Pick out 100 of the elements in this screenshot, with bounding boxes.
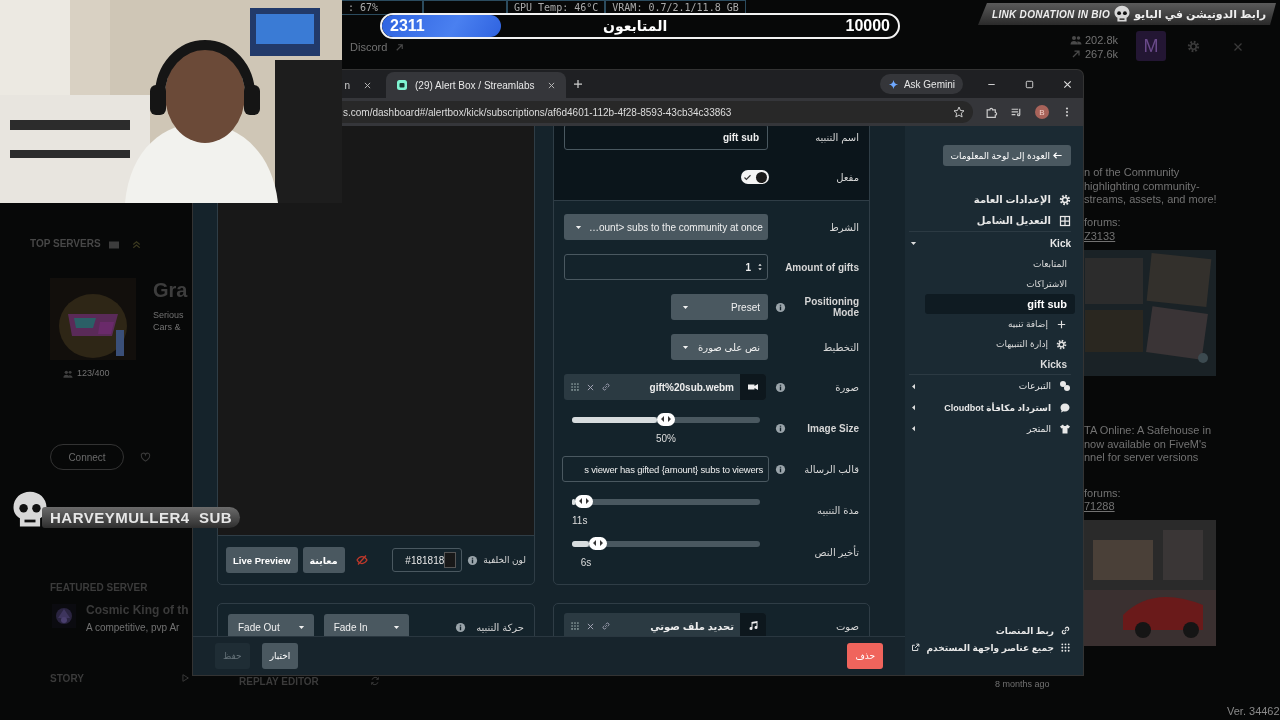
caret-right-icon[interactable]: [909, 424, 918, 433]
sidebar-item[interactable]: Kick: [909, 231, 1071, 254]
field-label: صوت: [835, 620, 859, 632]
field-label: اسم التنبيه: [815, 131, 859, 143]
field-label: صورة: [835, 381, 859, 393]
close-icon[interactable]: [363, 80, 372, 90]
field-label: Positioning Mode: [803, 296, 859, 318]
forum-link[interactable]: Z3133: [1084, 230, 1116, 242]
color-field[interactable]: #181818: [392, 548, 463, 572]
info-icon[interactable]: [775, 381, 786, 393]
number-field[interactable]: 1: [564, 254, 768, 280]
caret-right-icon[interactable]: [909, 403, 918, 412]
field-label: لون الخلفية: [483, 555, 526, 565]
dropdown[interactable]: Fade In: [323, 614, 410, 636]
site-icon: [396, 79, 408, 91]
slider-handle[interactable]: [575, 494, 594, 508]
sidebar-item[interactable]: gift sub: [925, 294, 1075, 314]
player-count: 123/400: [77, 368, 110, 378]
dropdown[interactable]: Preset: [671, 294, 768, 320]
link-icon[interactable]: [601, 621, 611, 631]
clear-icon[interactable]: [586, 382, 595, 392]
news-text: nnel for server versions: [1084, 451, 1200, 465]
drag-handle-icon[interactable]: [570, 382, 580, 392]
slider-track[interactable]: [572, 412, 760, 427]
news-text: TA Online: A Safehouse in: [1084, 424, 1211, 438]
info-icon[interactable]: [775, 463, 786, 475]
slider-handle[interactable]: [589, 536, 607, 550]
sidebar-link[interactable]: ربط المنصات: [905, 625, 1071, 636]
address-bar[interactable]: s.com/dashboard#/alertbox/kick/subscriptions/af6d4601-112b-4f28-8593-43cb34c33863: [342, 101, 973, 123]
sidebar-item[interactable]: التعديل الشامل: [909, 210, 1071, 231]
sidebar-item[interactable]: الإعدادات العامة: [909, 189, 1071, 210]
timestamp: 8 months ago: [995, 679, 1050, 689]
dropdown[interactable]: …ount> subs to the community at once: [564, 214, 768, 240]
sidebar-item[interactable]: المتابعات: [925, 254, 1071, 274]
browser-tab[interactable]: n: [342, 72, 380, 98]
discord-link[interactable]: Discord: [350, 41, 388, 53]
news-text: forums:: [1084, 487, 1121, 499]
settings-icon: [1059, 193, 1071, 206]
slider-value: 11s: [572, 514, 589, 526]
caret-right-icon[interactable]: [909, 381, 918, 391]
preview-button[interactable]: Live Preview: [226, 547, 298, 573]
slider-value: 6s: [580, 556, 593, 568]
sidebar-item[interactable]: الاشتراكات: [925, 274, 1071, 294]
maximize-icon[interactable]: [1023, 78, 1035, 90]
link-icon[interactable]: [601, 382, 611, 392]
text-field[interactable]: gift sub: [564, 126, 768, 150]
news-text: streams, assets, and more!: [1084, 193, 1217, 207]
video-camera-icon[interactable]: [747, 381, 759, 393]
hidden-icon[interactable]: [355, 554, 368, 566]
info-icon[interactable]: [467, 554, 479, 566]
sidebar-item[interactable]: المتجر: [909, 418, 1071, 439]
info-icon[interactable]: [775, 422, 786, 434]
dropdown[interactable]: نص على صورة: [671, 334, 768, 360]
back-button[interactable]: العودة إلى لوحة المعلومات: [942, 145, 1071, 166]
players-icon: [1070, 34, 1082, 46]
slider-value: 50%: [656, 432, 677, 444]
external-link-icon: [394, 42, 405, 53]
forum-link[interactable]: 71288: [1084, 500, 1115, 512]
sidebar-link[interactable]: جميع عناصر واجهة المستخدم: [905, 642, 1071, 653]
back-arrow-icon: [1052, 150, 1063, 161]
widgets-icon: [1060, 642, 1071, 653]
dropdown[interactable]: Fade Out: [228, 614, 314, 636]
bookmark-star-icon[interactable]: [953, 106, 965, 118]
text-field[interactable]: s viewer has gifted {amount} subs to viewers: [562, 456, 769, 482]
goal-label: المتابعون: [602, 18, 668, 34]
drag-handle-icon[interactable]: [570, 621, 580, 631]
info-icon[interactable]: [775, 301, 786, 313]
sidebar-item[interactable]: إضافة تنبيه: [925, 314, 1071, 334]
field-label: مفعل: [836, 171, 859, 183]
sidebar-item[interactable]: Kicks: [925, 354, 1071, 374]
test-button[interactable]: اختبار: [261, 643, 299, 669]
field-label: مدة التنبيه: [817, 504, 859, 516]
slider-handle[interactable]: [657, 412, 675, 426]
sidebar-item[interactable]: التبرعات: [909, 374, 1071, 397]
browser-tab[interactable]: (29) Alert Box / Streamlabs: [386, 72, 566, 98]
extensions-icon[interactable]: [985, 105, 998, 119]
info-icon[interactable]: [455, 621, 467, 633]
slider-track[interactable]: [572, 494, 760, 509]
enabled-toggle[interactable]: [741, 170, 769, 184]
news-text: forums:: [1084, 216, 1121, 228]
goal-target: 10000: [845, 17, 890, 35]
banner-text: رابط الدونيشن في البايو: [1134, 7, 1266, 21]
version-label: Ver. 34462: [1227, 705, 1280, 717]
file-field[interactable]: gift%20sub.webm: [564, 374, 766, 400]
preview-button[interactable]: معاينة: [302, 547, 345, 573]
field-label: قالب الرسالة: [804, 463, 859, 475]
goal-current: 2311: [390, 17, 425, 35]
layout-grid-icon: [1059, 214, 1071, 227]
field-label: Image Size: [807, 422, 859, 434]
file-field[interactable]: تحديد ملف صوتي: [564, 613, 766, 636]
chat-bubble-icon: [1059, 401, 1071, 414]
music-note-icon[interactable]: [747, 620, 759, 632]
close-icon[interactable]: [547, 80, 556, 90]
slider-track[interactable]: [572, 536, 760, 551]
sidebar-item[interactable]: استرداد مكافأة Cloudbot: [909, 397, 1071, 418]
assistant-button[interactable]: Ask Gemini: [879, 74, 963, 94]
clear-icon[interactable]: [586, 621, 595, 631]
close-icon[interactable]: [1061, 78, 1073, 90]
sidebar-item[interactable]: إدارة التنبيهات: [925, 334, 1071, 354]
new-tab-icon[interactable]: [572, 78, 584, 90]
